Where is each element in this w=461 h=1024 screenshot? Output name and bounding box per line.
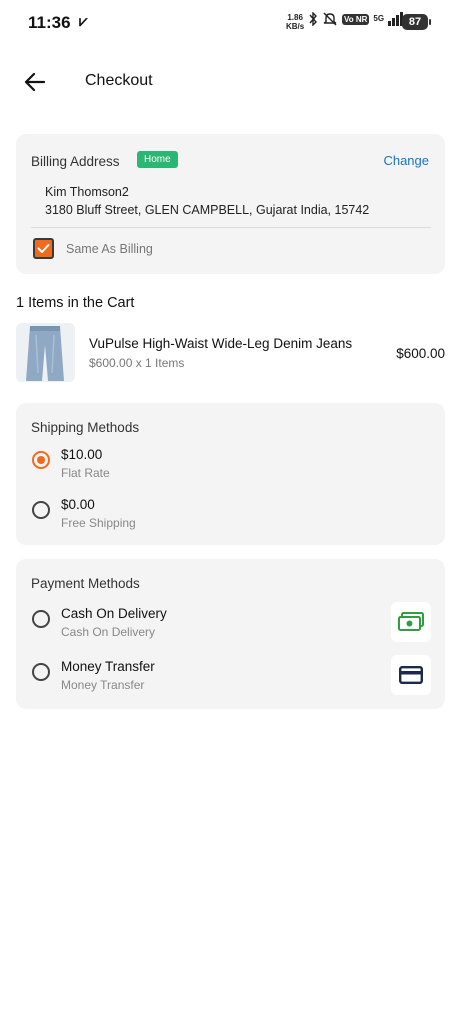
signal-type: 5G (373, 14, 385, 23)
status-icons: Vo NR 5G (308, 12, 404, 26)
payment-option-label: Money Transfer (61, 659, 155, 674)
card-icon (391, 655, 431, 695)
radio-selected[interactable] (32, 451, 50, 469)
back-button[interactable] (18, 66, 50, 98)
network-speed-unit: KB/s (286, 22, 305, 31)
volte-badge: Vo NR (342, 13, 370, 25)
battery-icon: 87 (402, 14, 431, 30)
payment-methods-card: Payment Methods Cash On Delivery Cash On… (16, 559, 445, 709)
address-type-badge: Home (137, 151, 178, 168)
product-thumbnail (16, 323, 75, 382)
shipping-option-label: Free Shipping (61, 516, 136, 530)
checkmark-icon (37, 244, 50, 253)
change-address-link[interactable]: Change (383, 153, 429, 168)
back-arrow-icon (24, 72, 45, 92)
mute-bell-icon (323, 12, 337, 26)
payment-option-sub: Money Transfer (61, 678, 145, 692)
shipping-option-flat-rate[interactable]: $10.00 Flat Rate (31, 447, 431, 485)
cart-title: 1 Items in the Cart (16, 295, 135, 311)
app-notification-icon: ⩗ (79, 13, 88, 30)
divider (31, 227, 431, 228)
shipping-option-free[interactable]: $0.00 Free Shipping (31, 497, 431, 535)
billing-address-line: 3180 Bluff Street, GLEN CAMPBELL, Gujara… (45, 203, 370, 217)
billing-name: Kim Thomson2 (45, 185, 129, 199)
radio-unselected[interactable] (32, 663, 50, 681)
cart-item[interactable]: VuPulse High-Waist Wide-Leg Denim Jeans … (16, 323, 445, 383)
shipping-option-price: $10.00 (61, 447, 103, 462)
jeans-image (16, 323, 75, 382)
network-speed-value: 1.86 (287, 13, 303, 22)
page-title: Checkout (85, 72, 153, 89)
same-as-billing-label: Same As Billing (66, 242, 153, 256)
payment-option-sub: Cash On Delivery (61, 625, 156, 639)
product-total: $600.00 (396, 346, 445, 361)
shipping-option-label: Flat Rate (61, 466, 110, 480)
payment-option-money-transfer[interactable]: Money Transfer Money Transfer (31, 659, 431, 697)
product-qty-price: $600.00 x 1 Items (89, 356, 185, 370)
shipping-methods-title: Shipping Methods (31, 420, 140, 435)
bluetooth-icon (309, 12, 317, 26)
radio-unselected[interactable] (32, 610, 50, 628)
payment-option-cod[interactable]: Cash On Delivery Cash On Delivery (31, 606, 431, 644)
billing-address-title: Billing Address (31, 154, 120, 169)
same-as-billing-checkbox[interactable] (33, 238, 54, 259)
payment-option-label: Cash On Delivery (61, 606, 167, 621)
app-bar: Checkout (0, 56, 461, 106)
shipping-option-price: $0.00 (61, 497, 95, 512)
cash-icon (391, 602, 431, 642)
network-speed: 1.86 KB/s (286, 13, 304, 31)
payment-methods-title: Payment Methods (31, 576, 140, 591)
radio-unselected[interactable] (32, 501, 50, 519)
billing-address-card: Billing Address Home Change Kim Thomson2… (16, 134, 445, 274)
status-bar: 11:36 ⩗ 1.86 KB/s Vo NR 5G 87 (0, 0, 461, 46)
status-time: 11:36 (28, 13, 71, 32)
product-name: VuPulse High-Waist Wide-Leg Denim Jeans (89, 336, 353, 351)
shipping-methods-card: Shipping Methods $10.00 Flat Rate $0.00 … (16, 403, 445, 545)
